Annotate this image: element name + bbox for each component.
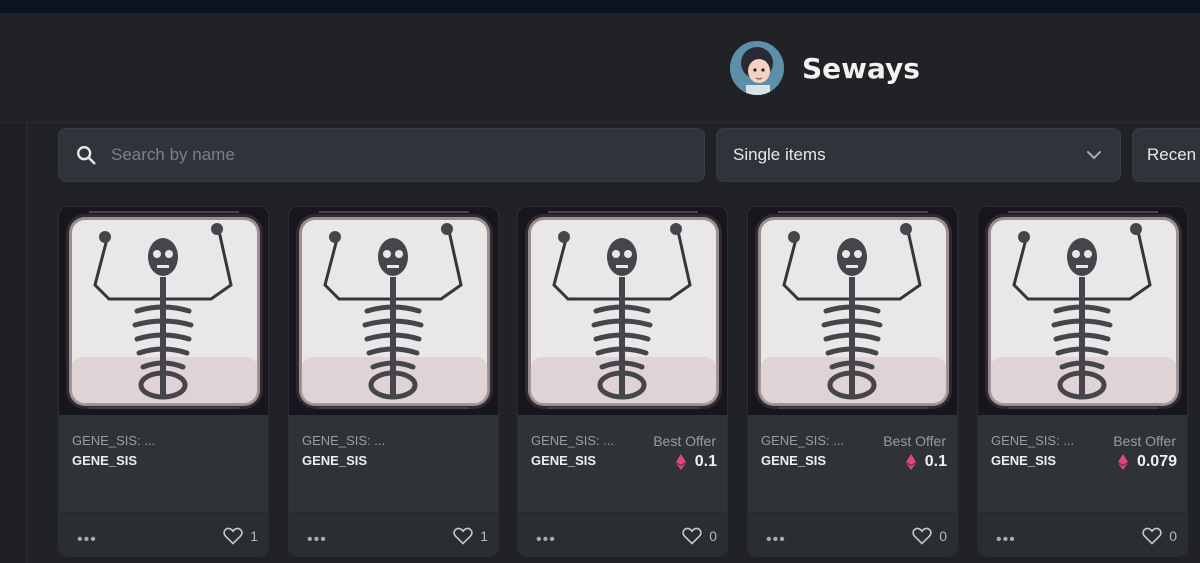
collection-name[interactable]: GENE_SIS: ... bbox=[531, 433, 614, 448]
price: 0.1 bbox=[905, 453, 947, 471]
card-body: GENE_SIS: ... GENE_SIS bbox=[59, 415, 268, 516]
card-footer: ••• 1 bbox=[289, 512, 498, 556]
like-button[interactable]: 1 bbox=[223, 527, 258, 545]
best-offer-label: Best Offer bbox=[883, 433, 946, 449]
like-count: 0 bbox=[709, 528, 717, 544]
item-name[interactable]: GENE_SIS bbox=[991, 453, 1056, 468]
heart-icon bbox=[912, 527, 932, 545]
like-count: 0 bbox=[1169, 528, 1177, 544]
more-dots-icon[interactable]: ••• bbox=[307, 531, 327, 549]
profile-header: Seways bbox=[0, 13, 1200, 123]
profile-name: Seways bbox=[802, 51, 920, 85]
more-dots-icon[interactable]: ••• bbox=[536, 531, 556, 549]
nft-card[interactable]: GENE_SIS: ... GENE_SIS ••• 1 bbox=[58, 206, 269, 557]
card-footer: ••• 0 bbox=[518, 512, 727, 556]
item-name[interactable]: GENE_SIS bbox=[531, 453, 596, 468]
nft-image[interactable] bbox=[748, 207, 957, 415]
more-dots-icon[interactable]: ••• bbox=[996, 531, 1016, 549]
card-footer: ••• 1 bbox=[59, 512, 268, 556]
nft-image[interactable] bbox=[518, 207, 727, 415]
price-value: 0.079 bbox=[1136, 453, 1177, 470]
heart-icon bbox=[223, 527, 243, 545]
nft-image[interactable] bbox=[59, 207, 268, 415]
item-name[interactable]: GENE_SIS bbox=[761, 453, 826, 468]
like-button[interactable]: 0 bbox=[682, 527, 717, 545]
sort-select[interactable]: Recen bbox=[1132, 128, 1200, 182]
item-type-select[interactable]: Single items bbox=[716, 128, 1121, 182]
nft-card[interactable]: GENE_SIS: ... GENE_SIS Best Offer 0.1 ••• 0 bbox=[517, 206, 728, 557]
collection-name[interactable]: GENE_SIS: ... bbox=[72, 433, 155, 448]
item-name[interactable]: GENE_SIS bbox=[302, 453, 367, 468]
card-body: GENE_SIS: ... GENE_SIS Best Offer 0.1 bbox=[518, 415, 727, 516]
card-body: GENE_SIS: ... GENE_SIS Best Offer 0.1 bbox=[748, 415, 957, 516]
eth-icon bbox=[1117, 454, 1128, 470]
heart-icon bbox=[682, 527, 702, 545]
best-offer-label: Best Offer bbox=[1113, 433, 1176, 449]
like-count: 0 bbox=[939, 528, 947, 544]
price-value: 0.1 bbox=[924, 453, 947, 470]
like-button[interactable]: 1 bbox=[453, 527, 488, 545]
avatar[interactable] bbox=[730, 41, 784, 95]
heart-icon bbox=[453, 527, 473, 545]
like-button[interactable]: 0 bbox=[912, 527, 947, 545]
sort-select-value: Recen bbox=[1147, 145, 1197, 164]
collection-name[interactable]: GENE_SIS: ... bbox=[761, 433, 844, 448]
card-body: GENE_SIS: ... GENE_SIS bbox=[289, 415, 498, 516]
chevron-down-icon bbox=[1087, 151, 1101, 160]
nft-card[interactable]: GENE_SIS: ... GENE_SIS ••• 1 bbox=[288, 206, 499, 557]
search-input[interactable] bbox=[111, 145, 671, 165]
eth-icon bbox=[905, 454, 916, 470]
more-dots-icon[interactable]: ••• bbox=[77, 531, 97, 549]
eth-icon bbox=[675, 454, 686, 470]
item-type-select-value: Single items bbox=[733, 145, 826, 164]
price: 0.1 bbox=[675, 453, 717, 471]
card-body: GENE_SIS: ... GENE_SIS Best Offer 0.079 bbox=[978, 415, 1187, 516]
profile: Seways bbox=[730, 41, 920, 95]
card-footer: ••• 0 bbox=[748, 512, 957, 556]
nft-image[interactable] bbox=[978, 207, 1187, 415]
collection-name[interactable]: GENE_SIS: ... bbox=[991, 433, 1074, 448]
search-box[interactable] bbox=[58, 128, 705, 182]
nft-card[interactable]: GENE_SIS: ... GENE_SIS Best Offer 0.1 ••• 0 bbox=[747, 206, 958, 557]
like-count: 1 bbox=[480, 528, 488, 544]
nft-card[interactable]: GENE_SIS: ... GENE_SIS Best Offer 0.079 ••• 0 bbox=[977, 206, 1188, 557]
heart-icon bbox=[1142, 527, 1162, 545]
like-count: 1 bbox=[250, 528, 258, 544]
price-value: 0.1 bbox=[694, 453, 717, 470]
like-button[interactable]: 0 bbox=[1142, 527, 1177, 545]
card-footer: ••• 0 bbox=[978, 512, 1187, 556]
sidebar bbox=[0, 124, 27, 563]
more-dots-icon[interactable]: ••• bbox=[766, 531, 786, 549]
collection-name[interactable]: GENE_SIS: ... bbox=[302, 433, 385, 448]
item-name[interactable]: GENE_SIS bbox=[72, 453, 137, 468]
best-offer-label: Best Offer bbox=[653, 433, 716, 449]
top-bar bbox=[0, 0, 1200, 13]
search-icon bbox=[77, 146, 96, 165]
price: 0.079 bbox=[1117, 453, 1177, 471]
nft-image[interactable] bbox=[289, 207, 498, 415]
